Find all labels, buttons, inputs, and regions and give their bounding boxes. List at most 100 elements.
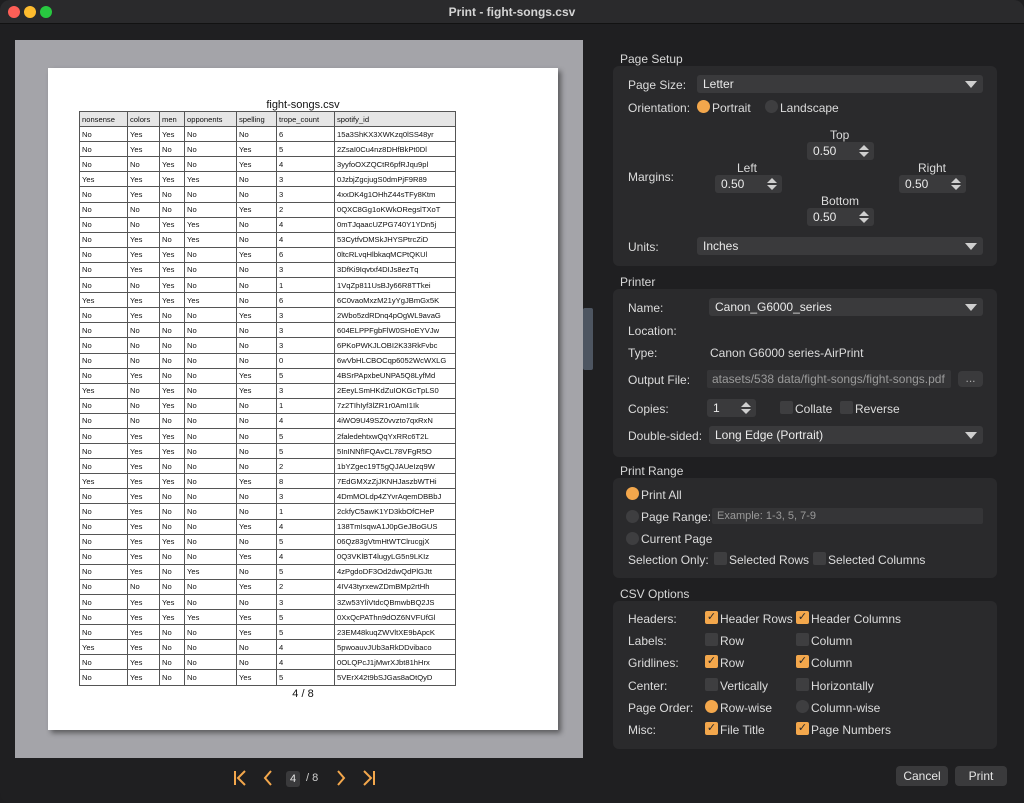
table-cell: No xyxy=(79,277,128,294)
table-cell: Yes xyxy=(127,427,160,445)
table-cell: No xyxy=(79,427,128,445)
table-row: Yes Yes Yes Yes No 3 0JzbjZgcjugS0dmPjF9R89 xyxy=(79,171,456,188)
last-page-button[interactable] xyxy=(362,769,376,791)
current-page-radio[interactable] xyxy=(626,532,639,545)
table-cell: No xyxy=(159,458,185,475)
table-cell: Yes xyxy=(236,141,277,158)
center-vertically-checkbox[interactable] xyxy=(705,678,718,691)
table-cell: No xyxy=(159,186,185,203)
collate-checkbox[interactable] xyxy=(780,401,793,414)
table-cell: 2 xyxy=(276,201,335,218)
table-row: No No Yes No Yes 4 3yyfoOXZQCtR6pfRJqu9pl xyxy=(79,156,456,173)
table-cell: No xyxy=(184,624,237,641)
column-wise-label: Column-wise xyxy=(811,701,881,715)
page-range-radio[interactable] xyxy=(626,510,639,523)
print-button[interactable]: Print xyxy=(955,766,1007,786)
table-cell: Yes xyxy=(127,231,160,248)
table-cell: Yes xyxy=(127,533,160,550)
grid-row-checkbox[interactable]: ✓ xyxy=(705,655,718,668)
sheet-title: fight-songs.csv xyxy=(266,99,340,111)
table-cell: Yes xyxy=(159,427,185,445)
table-cell: Yes xyxy=(236,624,277,641)
page-size-select[interactable]: Letter xyxy=(697,75,983,93)
table-cell: Yes xyxy=(159,533,185,550)
printer-name-value: Canon_G6000_series xyxy=(715,300,832,314)
label-column-checkbox[interactable] xyxy=(796,633,809,646)
page-number-field[interactable]: 4 xyxy=(286,771,300,787)
selected-rows-checkbox[interactable] xyxy=(714,552,727,565)
table-cell: No xyxy=(159,578,185,596)
preview-page: fight-songs.csv nonsense colors men opponen… xyxy=(48,68,558,730)
margins-label: Margins: xyxy=(628,170,675,184)
cancel-button[interactable]: Cancel xyxy=(896,766,948,786)
preview-scrollbar-handle[interactable] xyxy=(583,308,593,370)
row-wise-radio[interactable] xyxy=(705,700,718,713)
reverse-checkbox[interactable] xyxy=(840,401,853,414)
output-file-field[interactable]: atasets/538 data/fight-songs/fight-songs… xyxy=(707,370,951,388)
table-cell: No xyxy=(159,201,185,218)
page-numbers-checkbox[interactable]: ✓ xyxy=(796,722,809,735)
table-cell: No xyxy=(159,669,185,686)
margin-left-spinner[interactable]: 0.50 xyxy=(715,175,782,193)
table-cell: No xyxy=(184,337,237,354)
table-cell: 0XxQcPAThn9dOZ6NVFUfGl xyxy=(334,609,456,626)
margin-top-spinner[interactable]: 0.50 xyxy=(807,142,874,160)
units-select[interactable]: Inches xyxy=(697,237,983,255)
first-page-button[interactable] xyxy=(233,769,247,791)
print-all-radio[interactable] xyxy=(626,487,639,500)
table-cell: 2 xyxy=(276,458,335,475)
page-range-input[interactable]: Example: 1-3, 5, 7-9 xyxy=(712,508,983,524)
copies-spinner[interactable]: 1 xyxy=(707,399,756,417)
margin-bottom-value: 0.50 xyxy=(813,210,837,224)
table-row: No No Yes Yes No 4 0mTJqaacUZPG740Y1YDn5j xyxy=(79,216,456,233)
table-cell: No xyxy=(159,141,185,158)
table-cell: No xyxy=(184,322,237,339)
orientation-label: Orientation: xyxy=(628,101,691,115)
margin-top-label: Top xyxy=(830,128,850,142)
printer-title: Printer xyxy=(620,275,656,289)
previous-page-button[interactable] xyxy=(262,769,274,791)
center-label: Center: xyxy=(628,679,668,693)
table-cell: Yes xyxy=(184,292,237,309)
table-cell: 3 xyxy=(276,186,335,203)
table-cell: No xyxy=(236,654,277,671)
table-cell: No xyxy=(184,382,237,399)
table-cell: Yes xyxy=(127,126,160,143)
center-horizontally-checkbox[interactable] xyxy=(796,678,809,691)
table-row: No Yes No No No 3 4DmMOLdp4ZYvrAqemDBBbJ xyxy=(79,488,456,505)
table-cell: Yes xyxy=(159,443,185,460)
selected-columns-checkbox[interactable] xyxy=(813,552,826,565)
grid-column-checkbox[interactable]: ✓ xyxy=(796,655,809,668)
table-row: No Yes Yes Yes Yes 5 0XxQcPAThn9dOZ6NVFUfGl xyxy=(79,609,456,626)
margin-right-spinner[interactable]: 0.50 xyxy=(899,175,966,193)
table-cell: No xyxy=(236,186,277,203)
table-row: No Yes Yes No No 5 5InINNfIFQAvCL78VFgR5O xyxy=(79,443,456,460)
margin-bottom-spinner[interactable]: 0.50 xyxy=(807,208,874,226)
page-size-value: Letter xyxy=(703,77,734,91)
table-cell: No xyxy=(127,156,160,173)
table-cell: No xyxy=(127,382,160,399)
table-cell: 2Wbo5zdRDnq4pOgWL9avaG xyxy=(334,307,456,324)
portrait-radio[interactable] xyxy=(697,100,710,113)
table-cell: 5 xyxy=(276,427,335,445)
label-row-checkbox[interactable] xyxy=(705,633,718,646)
file-title-checkbox[interactable]: ✓ xyxy=(705,722,718,735)
print-preview: fight-songs.csv nonsense colors men opponen… xyxy=(15,40,583,758)
table-cell: No xyxy=(79,352,128,369)
table-cell: Yes xyxy=(184,171,237,188)
table-cell: 5 xyxy=(276,443,335,460)
double-sided-select[interactable]: Long Edge (Portrait) xyxy=(709,426,983,444)
header-columns-checkbox[interactable]: ✓ xyxy=(796,611,809,624)
table-cell: 23EM48kuqZWVltXE9bApcK xyxy=(334,624,456,641)
landscape-radio[interactable] xyxy=(765,100,778,113)
table-cell: 5 xyxy=(276,609,335,626)
table-cell: No xyxy=(236,126,277,143)
column-wise-radio[interactable] xyxy=(796,700,809,713)
next-page-button[interactable] xyxy=(335,769,347,791)
table-cell: No xyxy=(184,156,237,173)
printer-name-select[interactable]: Canon_G6000_series xyxy=(709,298,983,316)
browse-output-button[interactable]: ... xyxy=(958,371,983,387)
table-cell: Yes xyxy=(236,548,277,565)
header-rows-checkbox[interactable]: ✓ xyxy=(705,611,718,624)
table-cell: 3 xyxy=(276,171,335,188)
